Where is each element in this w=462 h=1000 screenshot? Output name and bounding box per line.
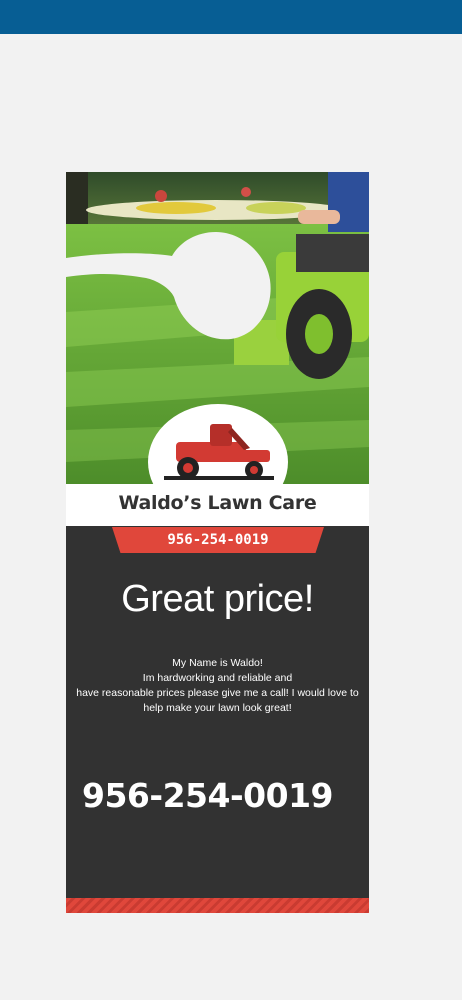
body-line: My Name is Waldo! xyxy=(172,657,263,669)
body-line: Im hardworking and reliable and xyxy=(142,672,293,684)
phone-tab: 956-254-0019 xyxy=(112,527,324,553)
body-line: have reasonable prices please give me a … xyxy=(76,687,359,699)
business-name: Waldo’s Lawn Care xyxy=(118,492,317,514)
phone-tab-number: 956-254-0019 xyxy=(167,532,269,548)
headline: Great price! xyxy=(121,578,314,620)
body-line: help make your lawn look great! xyxy=(143,702,292,714)
body-copy: My Name is Waldo! Im hardworking and rel… xyxy=(76,656,359,716)
large-phone-number: 956-254-0019 xyxy=(81,776,334,815)
app-header-bar xyxy=(0,0,462,34)
riding-mower-logo-icon xyxy=(164,424,274,480)
door-hanger-preview: Waldo’s Lawn Care 956-254-0019 Great pri… xyxy=(66,172,369,913)
bottom-stripe xyxy=(66,898,369,913)
